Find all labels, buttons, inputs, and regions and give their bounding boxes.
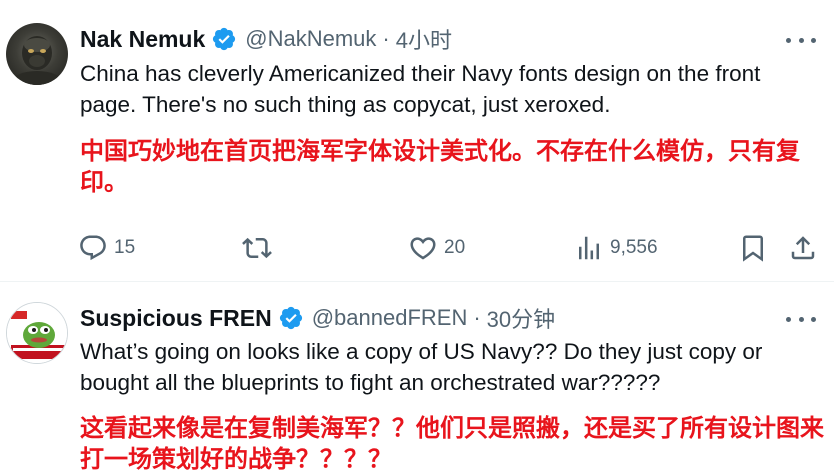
pepe-frog-avatar-icon[interactable]	[6, 302, 68, 364]
tweet-header: Suspicious FREN @bannedFREN · 30分钟	[80, 301, 555, 335]
share-icon	[791, 236, 815, 260]
timestamp[interactable]: 4小时	[396, 23, 452, 55]
like-button[interactable]: 20	[408, 228, 465, 268]
tweet-header: Nak Nemuk @NakNemuk · 4小时	[80, 22, 452, 56]
gorilla-avatar-icon[interactable]	[6, 23, 68, 85]
author-name[interactable]: Nak Nemuk	[80, 26, 205, 53]
views-button[interactable]: 9,556	[574, 228, 658, 268]
like-count: 20	[444, 237, 466, 258]
reply-icon	[80, 235, 106, 261]
tweet-text: China has cleverly Americanized their Na…	[80, 61, 761, 117]
reply-count: 15	[114, 237, 136, 258]
translation-text: 中国巧妙地在首页把海军字体设计美式化。不存在什么模仿，只有复印。	[80, 137, 800, 196]
bookmark-button[interactable]	[738, 228, 768, 268]
author-name[interactable]: Suspicious FREN	[80, 305, 272, 332]
views-chart-icon	[579, 236, 599, 260]
tweet[interactable]: Nak Nemuk @NakNemuk · 4小时 China has clev…	[0, 0, 834, 282]
more-options-icon[interactable]	[786, 30, 816, 50]
translation-text: 这看起来像是在复制美海军？？他们只是照搬，还是买了所有设计图来打一场策划好的战争…	[80, 414, 824, 470]
views-count: 9,556	[610, 237, 658, 258]
bookmark-icon	[743, 235, 763, 262]
reply-button[interactable]: 15	[78, 228, 135, 268]
more-options-icon[interactable]	[786, 309, 816, 329]
verified-badge-icon	[211, 26, 237, 52]
verified-badge-icon	[278, 305, 304, 331]
tweet[interactable]: Suspicious FREN @bannedFREN · 30分钟 What’…	[0, 283, 834, 470]
author-handle[interactable]: @NakNemuk	[245, 26, 376, 52]
author-handle[interactable]: @bannedFREN	[312, 305, 468, 331]
retweet-button[interactable]	[242, 228, 272, 268]
separator-dot: ·	[382, 26, 390, 51]
retweet-icon	[242, 237, 272, 259]
tweet-actions: 15 20 9,556	[78, 228, 823, 268]
tweet-text: What’s going on looks like a copy of US …	[80, 339, 763, 395]
separator-dot: ·	[473, 305, 481, 330]
heart-icon	[410, 237, 436, 260]
timestamp[interactable]: 30分钟	[487, 302, 555, 334]
share-button[interactable]	[788, 228, 818, 268]
